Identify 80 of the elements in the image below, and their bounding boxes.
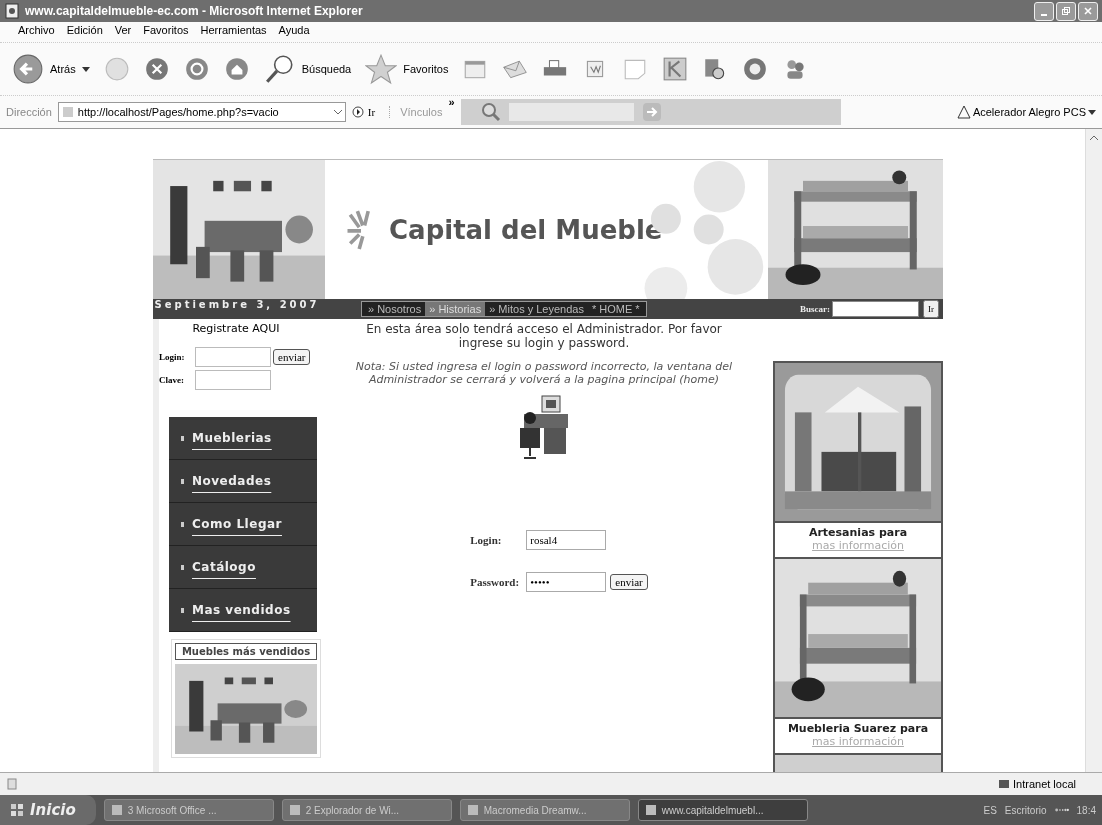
stop-icon[interactable] <box>143 56 170 82</box>
menu-item[interactable]: Ayuda <box>278 24 310 40</box>
side-menu-item[interactable]: Como Llegar <box>169 503 317 546</box>
taskbar-button[interactable]: www.capitaldelmuebl... <box>637 799 808 821</box>
play-icon <box>351 106 364 118</box>
search-button[interactable]: Búsqueda <box>263 53 352 85</box>
browser-page-icon <box>4 3 20 19</box>
page-icon <box>6 778 18 790</box>
password-label: Password: <box>470 576 521 588</box>
date-text: Septiembre 3, 2007 <box>153 299 321 312</box>
forward-icon[interactable] <box>103 56 130 82</box>
note-text: Nota: Si usted ingresa el login o password incorrecto, la ventana del Administrador se cerrará y volverá a la pagina principal (home) <box>354 360 734 386</box>
k-icon[interactable] <box>662 56 689 82</box>
site-title: Capital del Mueble <box>389 214 663 245</box>
star-icon <box>365 53 398 85</box>
search-field[interactable] <box>832 301 919 317</box>
app-icon <box>110 804 123 816</box>
address-field[interactable]: http://localhost/Pages/home.php?s=vacio <box>57 102 346 122</box>
menu-item[interactable]: Ver <box>114 24 132 40</box>
intranet-icon <box>998 778 1010 790</box>
side-menu-item[interactable]: Novedades <box>169 460 317 503</box>
minimize-button[interactable] <box>1034 1 1054 21</box>
page-icon <box>61 106 74 118</box>
side-menu-item[interactable]: Catálogo <box>169 546 317 589</box>
more-links-button[interactable]: » <box>448 96 455 108</box>
app-icon <box>466 804 479 816</box>
login-field[interactable] <box>195 347 271 367</box>
desktop-toolbar[interactable]: Escritorio <box>1004 804 1047 816</box>
favorites-button[interactable]: Favoritos <box>365 53 449 85</box>
back-button[interactable]: Atrás <box>12 53 90 85</box>
restore-icon <box>1061 6 1071 16</box>
app-icon <box>644 804 657 816</box>
language-indicator[interactable]: ES <box>983 804 997 816</box>
nav-link[interactable]: * HOME * <box>587 302 644 316</box>
password-field[interactable] <box>195 370 271 390</box>
window-title: www.capitaldelmueble-ec.com - Microsoft Internet Explorer <box>25 4 363 18</box>
minimize-icon <box>1041 14 1047 16</box>
send-button[interactable]: enviar <box>273 349 311 365</box>
side-menu-item[interactable]: Mueblerias <box>169 417 317 460</box>
menu-item[interactable]: Favoritos <box>143 24 189 40</box>
address-label: Dirección <box>6 106 52 118</box>
nav-link[interactable]: » Nosotros <box>364 302 426 316</box>
bestsellers-heading: Muebles más vendidos <box>175 643 317 660</box>
menu-item[interactable]: Herramientas <box>200 24 267 40</box>
side-menu-item[interactable]: Mas vendidos <box>169 589 317 632</box>
scrollbar[interactable] <box>1085 129 1102 772</box>
search-label: Buscar: <box>800 304 831 314</box>
go-button[interactable]: Ir <box>351 106 384 118</box>
intro-text: En esta área solo tendrá acceso el Administrador. Por favor ingrese su login y password. <box>365 322 723 350</box>
close-button[interactable] <box>1078 1 1098 21</box>
arrow-right-icon[interactable] <box>641 102 662 122</box>
login-field[interactable]: rosal4 <box>526 530 607 550</box>
ad-title: Artesanias para <box>808 526 908 539</box>
menu-item[interactable]: Archivo <box>18 24 55 40</box>
search-button[interactable]: Ir <box>923 300 939 318</box>
refresh-icon[interactable] <box>183 56 210 82</box>
back-icon <box>12 53 44 85</box>
search-input[interactable] <box>508 103 634 121</box>
password-field[interactable]: ••••• <box>526 572 607 592</box>
register-link[interactable]: Registrate AQUI <box>159 322 313 335</box>
search-icon[interactable] <box>480 102 501 122</box>
caret-icon[interactable] <box>1088 109 1096 115</box>
login-label: Login: <box>470 534 503 546</box>
close-icon <box>1083 6 1093 16</box>
caret-icon[interactable] <box>81 66 90 72</box>
nav-link[interactable]: » Mitos y Leyendas <box>485 302 588 316</box>
restore-button[interactable] <box>1056 1 1076 21</box>
accelerator-button[interactable]: Acelerador Alegro PCS <box>956 105 1096 119</box>
login-label: Login: <box>159 352 186 362</box>
clock: 18:4 <box>1076 804 1096 816</box>
ad-title: Muebleria Suarez para <box>787 722 929 735</box>
menu-item[interactable]: Edición <box>66 24 103 40</box>
windows-icon <box>10 803 24 817</box>
start-button[interactable]: Inicio <box>0 795 96 825</box>
app-icon <box>288 804 301 816</box>
password-label: Clave: <box>159 375 185 385</box>
triangle-icon <box>956 105 971 119</box>
zone-indicator: Intranet local <box>998 778 1076 790</box>
home-icon[interactable] <box>223 56 250 82</box>
send-button[interactable]: enviar <box>610 574 648 590</box>
